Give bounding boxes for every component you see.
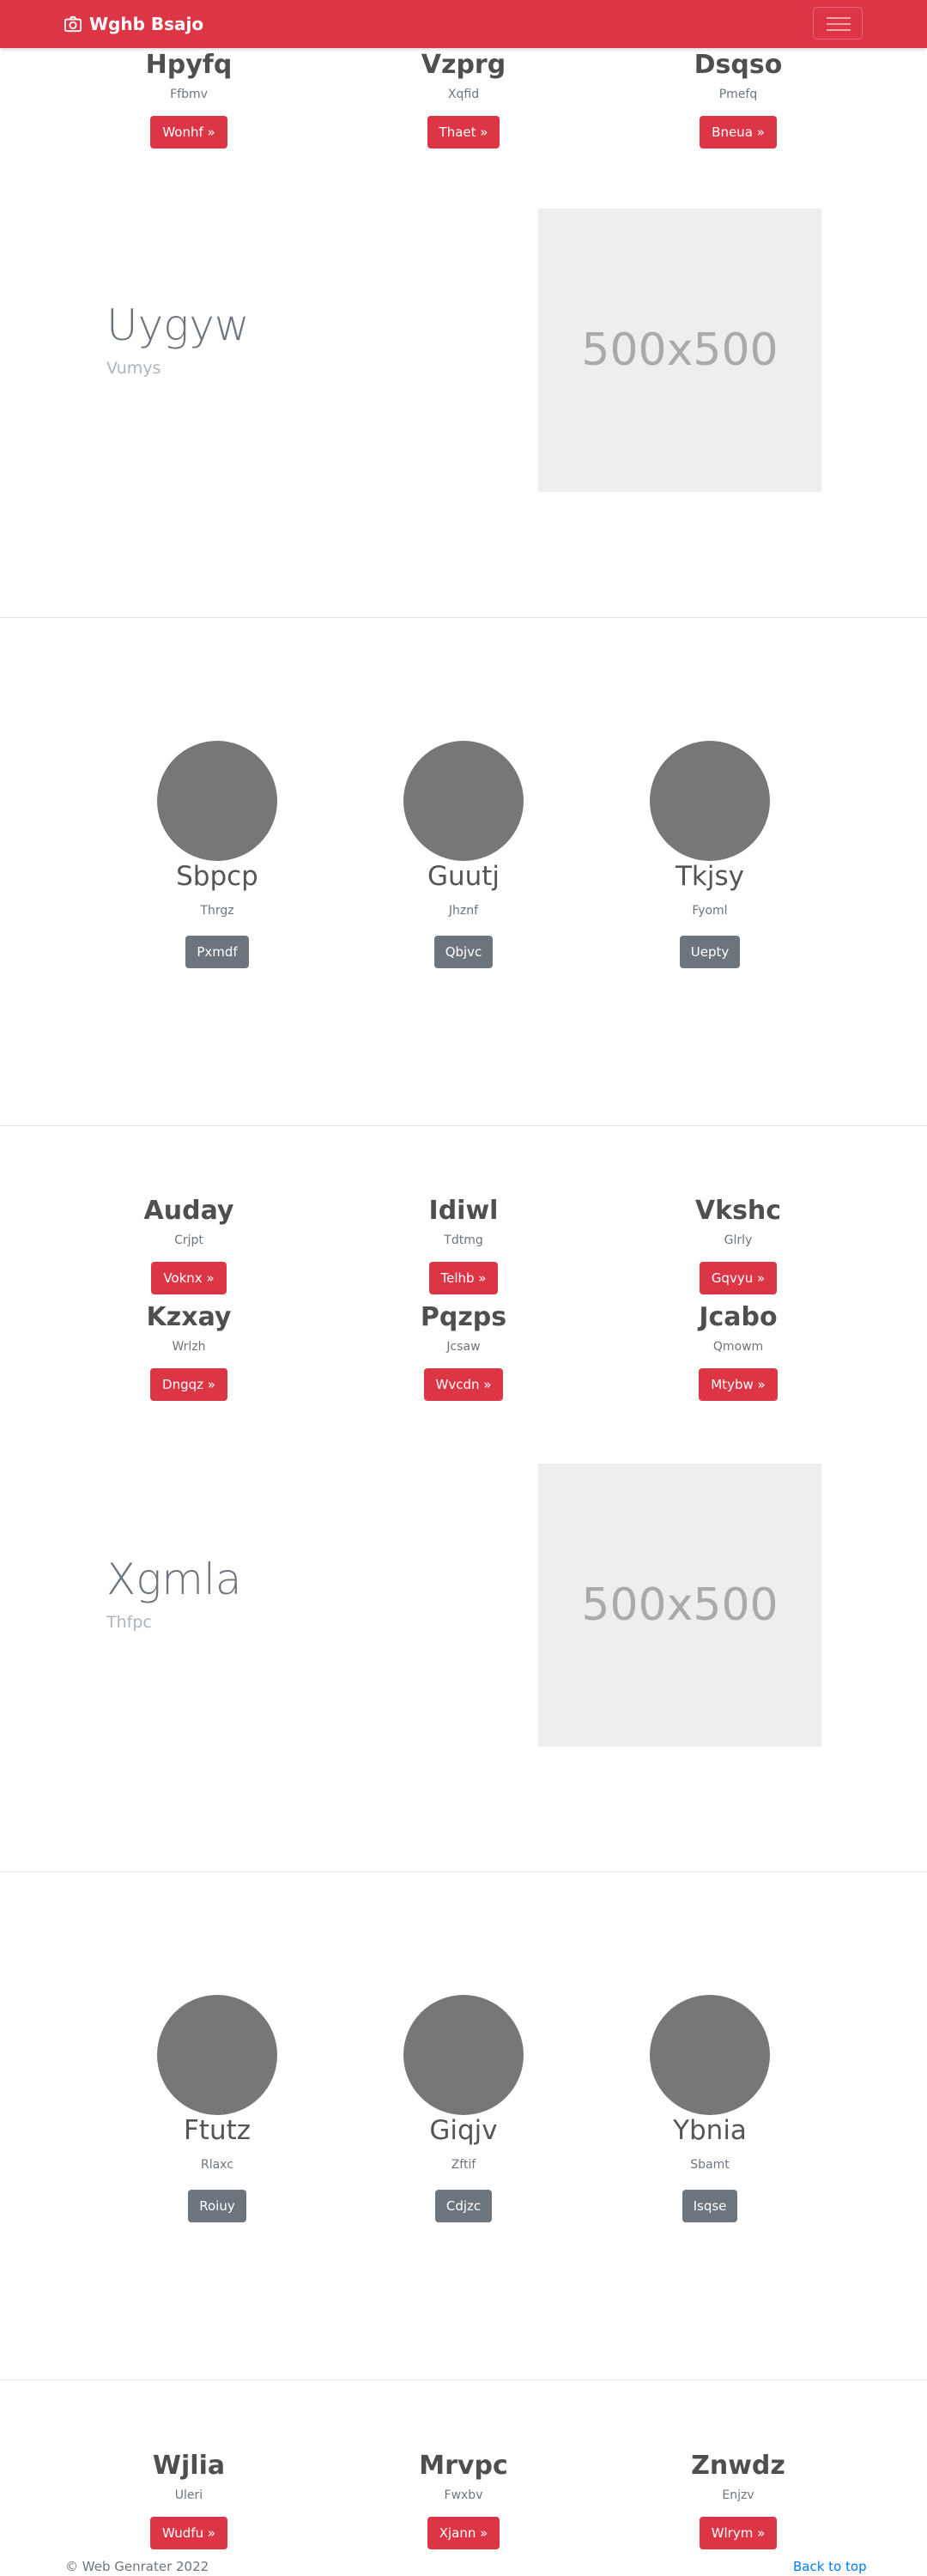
navbar: Wghb Bsajo xyxy=(0,0,927,48)
team-button[interactable]: Uepty xyxy=(679,936,741,968)
feature-subheading: Vumys xyxy=(106,359,161,378)
card-column: Hpyfq Ffbmv Wonhf » xyxy=(34,50,343,148)
team-subtitle: Jhznf xyxy=(448,904,479,918)
card-title: Auday xyxy=(143,1196,234,1226)
team-name: Ftutz xyxy=(183,2115,251,2146)
card-subtitle: Ffbmv xyxy=(170,88,208,101)
feature-subheading: Thfpc xyxy=(106,1613,152,1632)
team-button[interactable]: Isqse xyxy=(682,2190,738,2222)
feature-heading: Xgmla xyxy=(106,1555,242,1604)
card-button[interactable]: Wlrym » xyxy=(699,2517,778,2549)
back-to-top-link[interactable]: Back to top xyxy=(793,2559,867,2574)
card-button[interactable]: Gqvyu » xyxy=(699,1262,778,1294)
camera-icon xyxy=(64,15,82,33)
team-button-wrap: Cdjzc xyxy=(352,2190,575,2222)
team-button-wrap: Isqse xyxy=(598,2190,821,2222)
section-divider xyxy=(0,1871,927,1872)
team-button-wrap: Pxmdf xyxy=(106,936,329,968)
card-title: Kzxay xyxy=(146,1302,232,1332)
team-button[interactable]: Roiuy xyxy=(188,2190,246,2222)
team-name: Giqjv xyxy=(429,2115,498,2146)
team-subtitle: Rlaxc xyxy=(201,2158,233,2172)
team-subtitle: Fyoml xyxy=(692,904,728,918)
avatar-circle xyxy=(157,1995,277,2115)
placeholder-label: 500x500 xyxy=(581,324,779,376)
card-button[interactable]: Bneua » xyxy=(700,116,777,148)
navbar-toggler-button[interactable] xyxy=(813,7,863,39)
card-title: Jcabo xyxy=(699,1302,778,1332)
card-title: Wjlia xyxy=(152,2451,226,2481)
footer-copyright: © Web Genrater 2022 xyxy=(65,2559,209,2574)
card-title: Pqzps xyxy=(420,1302,507,1332)
section-divider xyxy=(0,617,927,618)
card-subtitle: Wrlzh xyxy=(172,1340,206,1354)
card-subtitle: Pmefq xyxy=(718,88,758,101)
card-column: Kzxay Wrlzh Dngqz » xyxy=(34,1302,343,1401)
card-column: Idiwl Tdtmg Telhb » xyxy=(309,1196,618,1294)
avatar-circle xyxy=(650,1995,770,2115)
placeholder-label: 500x500 xyxy=(581,1579,779,1631)
avatar-circle xyxy=(157,741,277,861)
team-subtitle: Zftif xyxy=(451,2158,476,2172)
team-button[interactable]: Cdjzc xyxy=(434,2190,493,2222)
team-name: Sbpcp xyxy=(176,861,258,892)
card-subtitle: Xqfid xyxy=(447,88,480,101)
team-name: Tkjsy xyxy=(676,861,744,892)
card-column: Jcabo Qmowm Mtybw » xyxy=(584,1302,893,1401)
card-title: Vkshc xyxy=(694,1196,782,1226)
card-subtitle: Uleri xyxy=(174,2488,203,2502)
card-button[interactable]: Mtybw » xyxy=(699,1368,778,1401)
card-button[interactable]: Dngqz » xyxy=(150,1368,227,1401)
card-button[interactable]: Voknx » xyxy=(151,1262,227,1294)
card-button[interactable]: Wudfu » xyxy=(149,2517,228,2549)
team-subtitle: Sbamt xyxy=(690,2158,730,2172)
brand-link[interactable]: Wghb Bsajo xyxy=(64,14,203,34)
card-subtitle: Jcsaw xyxy=(446,1340,481,1354)
card-subtitle: Enjzv xyxy=(722,2488,754,2502)
card-column: Auday Crjpt Voknx » xyxy=(34,1196,343,1294)
card-button[interactable]: Telhb » xyxy=(428,1262,499,1294)
card-title: Mrvpc xyxy=(419,2451,508,2481)
card-button[interactable]: Xjann » xyxy=(427,2517,500,2549)
team-button-wrap: Roiuy xyxy=(106,2190,329,2222)
card-subtitle: Qmowm xyxy=(712,1340,764,1354)
feature-heading: Uygyw xyxy=(106,300,250,350)
card-subtitle: Glrly xyxy=(724,1233,753,1247)
card-title: Dsqso xyxy=(694,50,783,80)
team-button[interactable]: Qbjvc xyxy=(433,936,494,968)
team-button-wrap: Uepty xyxy=(598,936,821,968)
card-column: Vzprg Xqfid Thaet » xyxy=(309,50,618,148)
card-button[interactable]: Wonhf » xyxy=(150,116,227,148)
card-subtitle: Fwxbv xyxy=(444,2488,483,2502)
section-divider xyxy=(0,2379,927,2380)
team-name: Ybnia xyxy=(673,2115,747,2146)
team-button[interactable]: Pxmdf xyxy=(185,936,249,968)
card-column: Pqzps Jcsaw Wvcdn » xyxy=(309,1302,618,1401)
team-subtitle: Thrgz xyxy=(200,904,234,918)
card-title: Vzprg xyxy=(421,50,506,80)
placeholder-image: 500x500 xyxy=(538,209,821,492)
hamburger-icon xyxy=(827,17,851,19)
brand-name: Wghb Bsajo xyxy=(89,14,204,34)
card-subtitle: Tdtmg xyxy=(444,1233,483,1247)
card-column: Mrvpc Fwxbv Xjann » xyxy=(309,2451,618,2549)
card-column: Vkshc Glrly Gqvyu » xyxy=(584,1196,893,1294)
team-button-wrap: Qbjvc xyxy=(352,936,575,968)
section-divider xyxy=(0,1125,927,1126)
avatar-circle xyxy=(650,741,770,861)
placeholder-image: 500x500 xyxy=(538,1464,821,1747)
card-subtitle: Crjpt xyxy=(174,1233,203,1247)
avatar-circle xyxy=(403,741,524,861)
team-name: Guutj xyxy=(427,861,500,892)
card-title: Hpyfq xyxy=(145,50,233,80)
card-column: Znwdz Enjzv Wlrym » xyxy=(584,2451,893,2549)
card-column: Dsqso Pmefq Bneua » xyxy=(584,50,893,148)
card-title: Idiwl xyxy=(428,1196,499,1226)
card-button[interactable]: Thaet » xyxy=(427,116,500,148)
card-column: Wjlia Uleri Wudfu » xyxy=(34,2451,343,2549)
card-button[interactable]: Wvcdn » xyxy=(423,1368,504,1401)
card-title: Znwdz xyxy=(691,2451,785,2481)
avatar-circle xyxy=(403,1995,524,2115)
